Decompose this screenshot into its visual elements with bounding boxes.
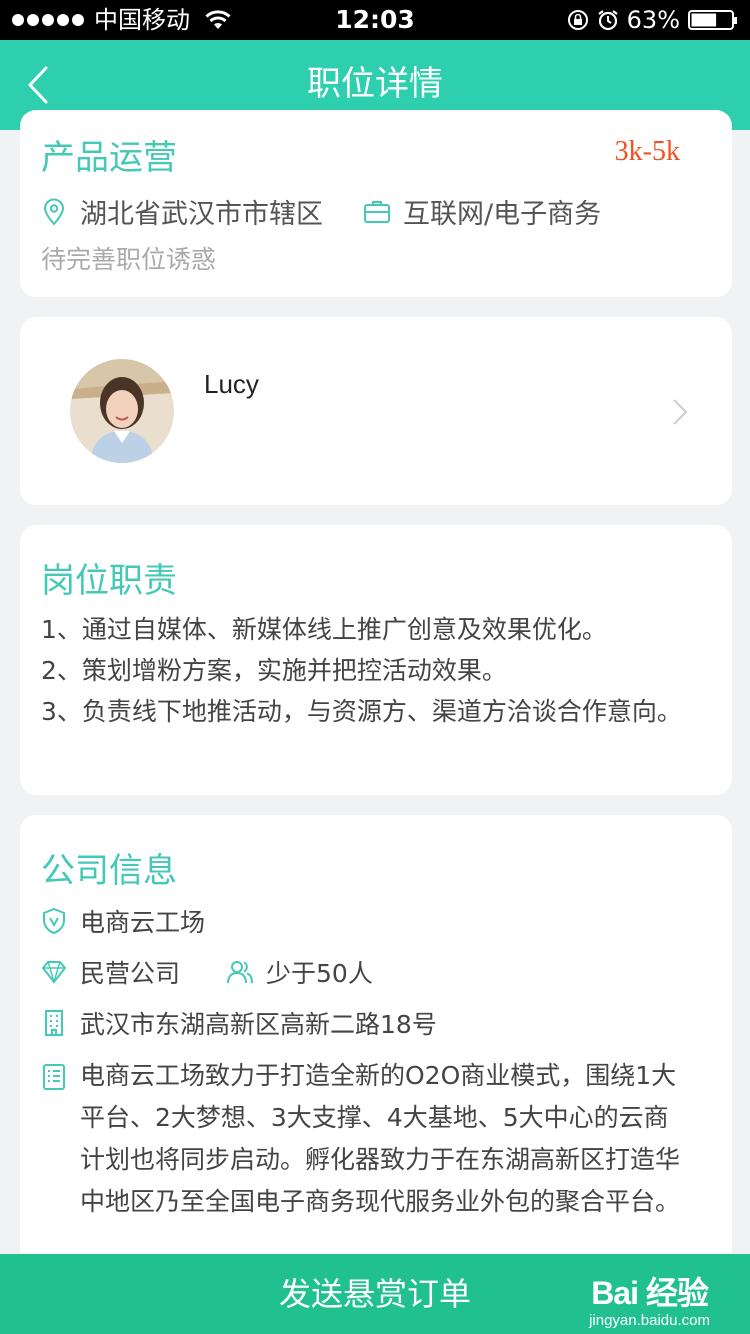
battery-percent: 63%	[626, 6, 680, 34]
company-description: 电商云工场致力于打造全新的O2O商业模式，围绕1大平台、2大梦想、3大支撑、4大…	[80, 1061, 681, 1216]
location-pin-icon	[43, 198, 65, 225]
alarm-icon	[597, 10, 618, 31]
watermark-url: jingyan.baidu.com	[589, 1312, 710, 1329]
chevron-right-icon[interactable]	[670, 397, 690, 427]
duty-item: 1、通过自媒体、新媒体线上推广创意及效果优化。	[41, 615, 607, 644]
building-icon	[45, 1010, 63, 1036]
section-title-duties: 岗位职责	[41, 561, 177, 601]
rotation-lock-icon	[567, 10, 588, 30]
company-type: 民营公司	[80, 959, 181, 988]
recruiter-card[interactable]: Lucy	[20, 317, 732, 505]
recruiter-name: Lucy	[204, 369, 259, 399]
company-name: 电商云工场	[80, 908, 206, 937]
users-icon	[227, 961, 254, 984]
baidu-jingyan-watermark: Bai 经验 jingyan.baidu.com	[589, 1268, 710, 1329]
job-summary-card: 产品运营 3k-5k 湖北省武汉市市辖区 互联网/电子商务 待完善职位诱惑	[20, 110, 732, 297]
job-location: 湖北省武汉市市辖区	[80, 199, 323, 230]
duty-item: 3、负责线下地推活动，与资源方、渠道方洽谈合作意向。	[41, 697, 682, 726]
briefcase-icon	[364, 200, 390, 223]
company-info-card: 公司信息 电商云工场 民营公司 少于50人 武汉市东湖高新区高新二路18号 电商…	[20, 815, 732, 1315]
salary-range: 3k-5k	[614, 136, 680, 167]
document-list-icon	[43, 1064, 65, 1090]
status-bar: 中国移动 12:03 63%	[0, 0, 750, 40]
battery-icon	[688, 10, 737, 30]
shield-icon	[43, 907, 65, 935]
job-title: 产品运营	[41, 138, 177, 178]
section-title-company: 公司信息	[41, 851, 177, 891]
avatar[interactable]	[70, 359, 174, 463]
diamond-icon	[42, 961, 66, 985]
duty-item: 2、策划增粉方案，实施并把控活动效果。	[41, 656, 507, 685]
company-address: 武汉市东湖高新区高新二路18号	[80, 1010, 437, 1039]
job-duties-card: 岗位职责 1、通过自媒体、新媒体线上推广创意及效果优化。 2、策划增粉方案，实施…	[20, 525, 732, 795]
duty-list: 1、通过自媒体、新媒体线上推广创意及效果优化。 2、策划增粉方案，实施并把控活动…	[41, 609, 712, 732]
job-perk: 待完善职位诱惑	[41, 245, 217, 274]
watermark-logo: Bai 经验	[591, 1275, 709, 1311]
job-industry: 互联网/电子商务	[403, 199, 602, 230]
company-size: 少于50人	[266, 959, 373, 988]
